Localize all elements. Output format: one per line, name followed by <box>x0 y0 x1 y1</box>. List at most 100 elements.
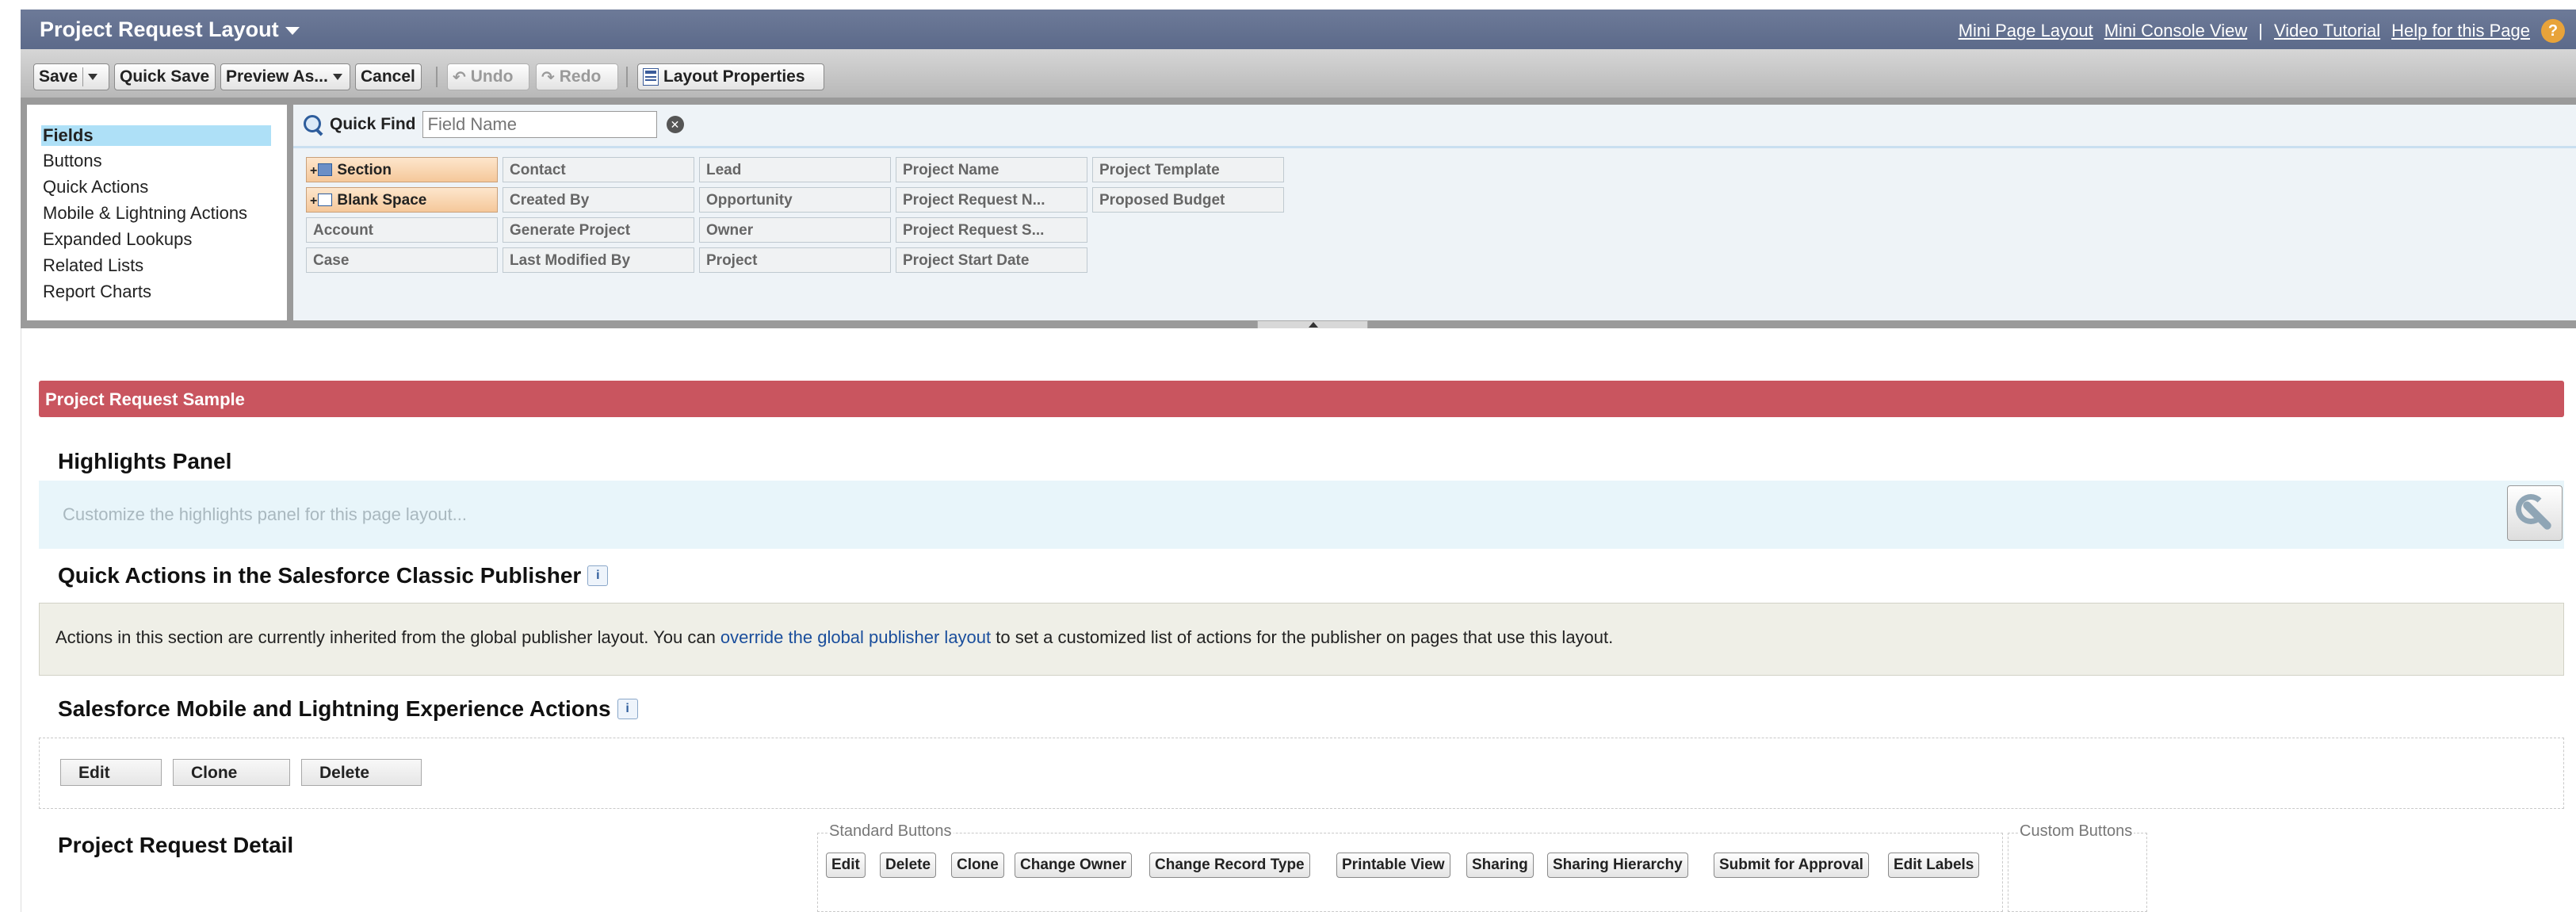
palette-category-quick-actions[interactable]: Quick Actions <box>43 177 148 197</box>
standard-button-delete[interactable]: Delete <box>880 853 937 878</box>
layout-properties-label: Layout Properties <box>663 67 805 86</box>
cancel-label: Cancel <box>361 67 415 86</box>
mobile-action-delete[interactable]: Delete <box>301 759 422 786</box>
inherit-text-after: to set a customized list of actions for … <box>991 627 1614 647</box>
palette-field-lead[interactable]: Lead <box>699 157 891 182</box>
toolbar-divider <box>436 67 438 87</box>
palette-field-project[interactable]: Project <box>699 247 891 273</box>
palette-field-blank-space[interactable]: + Blank Space <box>306 187 498 213</box>
layout-properties-button[interactable]: Layout Properties <box>637 63 824 90</box>
info-icon[interactable]: i <box>587 565 609 586</box>
palette-category-mobile-lightning-actions[interactable]: Mobile & Lightning Actions <box>43 203 247 224</box>
palette-field-last-modified-by[interactable]: Last Modified By <box>503 247 694 273</box>
help-icon[interactable]: ? <box>2541 19 2565 43</box>
page-title[interactable]: Project Request Layout <box>40 17 300 42</box>
quick-find-divider <box>293 146 2576 148</box>
preview-as-button[interactable]: Preview As... <box>220 63 350 90</box>
standard-button-edit-labels[interactable]: Edit Labels <box>1888 853 1980 878</box>
classic-publisher-title-text: Quick Actions in the Salesforce Classic … <box>58 563 582 588</box>
wrench-icon[interactable] <box>2507 485 2563 541</box>
chevron-down-icon[interactable] <box>88 74 98 80</box>
standard-buttons-box: Standard Buttons Edit Delete Clone Chang… <box>817 822 2003 912</box>
highlights-placeholder: Customize the highlights panel for this … <box>63 504 467 524</box>
save-button-label: Save <box>39 67 78 86</box>
palette-field-section[interactable]: + Section <box>306 157 498 182</box>
link-separator: | <box>2258 21 2263 40</box>
sample-header: Project Request Sample <box>39 381 2564 417</box>
palette-field-project-start-date[interactable]: Project Start Date <box>896 247 1087 273</box>
quick-find: Quick Find ✕ <box>303 111 684 138</box>
cancel-button[interactable]: Cancel <box>355 63 422 90</box>
layout-properties-icon <box>643 68 659 86</box>
undo-button[interactable]: ↶ Undo <box>447 63 529 90</box>
palette-field-project-request-number[interactable]: Project Request N... <box>896 187 1087 213</box>
section-icon <box>318 163 333 176</box>
custom-buttons-box: Custom Buttons <box>2008 822 2147 912</box>
mini-page-layout-link[interactable]: Mini Page Layout <box>1959 21 2093 41</box>
toolbar-divider <box>626 67 628 87</box>
help-link[interactable]: Help for this Page <box>2391 21 2530 41</box>
chevron-down-icon[interactable] <box>285 26 300 35</box>
palette-field-account[interactable]: Account <box>306 217 498 243</box>
standard-button-submit-for-approval[interactable]: Submit for Approval <box>1714 853 1869 878</box>
palette-field-opportunity[interactable]: Opportunity <box>699 187 891 213</box>
palette-field-proposed-budget[interactable]: Proposed Budget <box>1092 187 1284 213</box>
override-publisher-link[interactable]: override the global publisher layout <box>720 627 991 647</box>
plus-icon: + <box>310 194 318 208</box>
mini-console-view-link[interactable]: Mini Console View <box>2104 21 2248 41</box>
palette-field-label: Section <box>337 162 392 178</box>
standard-button-printable-view[interactable]: Printable View <box>1336 853 1450 878</box>
redo-label: Redo <box>559 67 602 86</box>
highlights-panel-title: Highlights Panel <box>58 449 231 474</box>
mobile-actions-title: Salesforce Mobile and Lightning Experien… <box>58 696 638 722</box>
layout-canvas: Project Request Sample Highlights Panel … <box>21 328 2576 912</box>
standard-button-edit[interactable]: Edit <box>826 853 866 878</box>
preview-as-label: Preview As... <box>226 67 328 86</box>
mobile-action-edit[interactable]: Edit <box>60 759 162 786</box>
highlights-panel-title-text: Highlights Panel <box>58 449 232 473</box>
palette-field-label: Blank Space <box>337 192 427 209</box>
standard-button-change-owner[interactable]: Change Owner <box>1015 853 1133 878</box>
palette-category-buttons[interactable]: Buttons <box>43 151 102 171</box>
mobile-actions-box: Edit Clone Delete <box>39 738 2564 809</box>
quick-find-label: Quick Find <box>330 115 416 133</box>
palette-field-project-name[interactable]: Project Name <box>896 157 1087 182</box>
clear-icon[interactable]: ✕ <box>666 116 684 133</box>
save-button[interactable]: Save <box>33 63 109 90</box>
palette-field-contact[interactable]: Contact <box>503 157 694 182</box>
palette-field-project-template[interactable]: Project Template <box>1092 157 1284 182</box>
quick-save-label: Quick Save <box>120 67 210 86</box>
palette-field-project-request-status[interactable]: Project Request S... <box>896 217 1087 243</box>
standard-button-sharing-hierarchy[interactable]: Sharing Hierarchy <box>1547 853 1688 878</box>
undo-icon: ↶ <box>453 68 466 86</box>
save-divider <box>82 67 84 86</box>
page-header: Project Request Layout Mini Page Layout … <box>21 10 2576 49</box>
mobile-action-clone[interactable]: Clone <box>173 759 290 786</box>
palette-category-expanded-lookups[interactable]: Expanded Lookups <box>43 229 192 250</box>
redo-button[interactable]: ↷ Redo <box>536 63 618 90</box>
undo-label: Undo <box>470 67 514 86</box>
palette-field-created-by[interactable]: Created By <box>503 187 694 213</box>
standard-button-change-record-type[interactable]: Change Record Type <box>1149 853 1310 878</box>
palette-category-list: Fields Buttons Quick Actions Mobile & Li… <box>27 105 287 320</box>
quick-save-button[interactable]: Quick Save <box>114 63 216 90</box>
palette-field-owner[interactable]: Owner <box>699 217 891 243</box>
palette-category-fields[interactable]: Fields <box>41 125 271 146</box>
palette-field-case[interactable]: Case <box>306 247 498 273</box>
palette-category-report-charts[interactable]: Report Charts <box>43 282 151 302</box>
page-title-text: Project Request Layout <box>40 17 279 41</box>
standard-button-clone[interactable]: Clone <box>951 853 1004 878</box>
palette-category-related-lists[interactable]: Related Lists <box>43 255 143 276</box>
quick-find-input[interactable] <box>422 111 657 138</box>
plus-icon: + <box>310 164 318 178</box>
video-tutorial-link[interactable]: Video Tutorial <box>2274 21 2380 41</box>
palette-field-generate-project[interactable]: Generate Project <box>503 217 694 243</box>
highlights-panel[interactable]: Customize the highlights panel for this … <box>39 481 2564 549</box>
standard-button-sharing[interactable]: Sharing <box>1466 853 1534 878</box>
custom-buttons-label: Custom Buttons <box>2018 822 2135 841</box>
chevron-down-icon <box>332 74 342 80</box>
standard-buttons-label: Standard Buttons <box>827 822 954 841</box>
info-icon[interactable]: i <box>617 699 638 719</box>
blank-space-icon <box>318 194 333 206</box>
mobile-actions-title-text: Salesforce Mobile and Lightning Experien… <box>58 696 611 721</box>
